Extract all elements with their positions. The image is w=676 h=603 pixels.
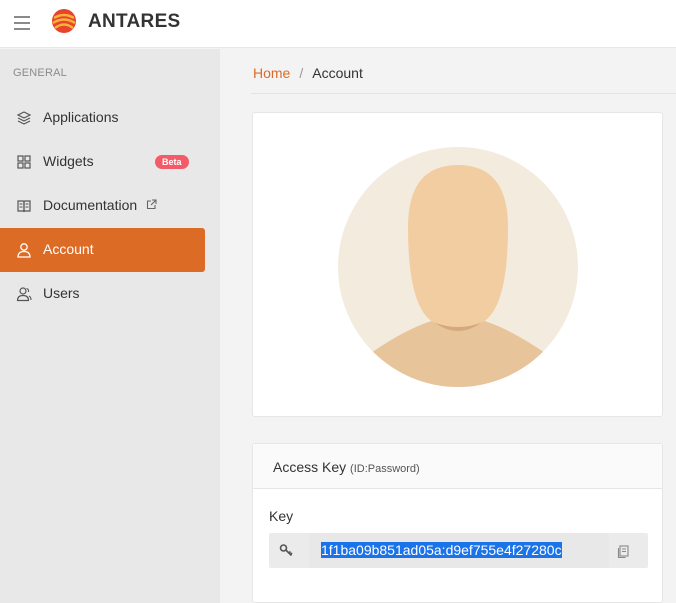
breadcrumb-current: Account xyxy=(312,65,363,81)
menu-icon[interactable] xyxy=(14,16,30,30)
divider xyxy=(251,93,676,94)
beta-badge: Beta xyxy=(155,155,189,169)
key-label: Key xyxy=(269,508,294,524)
sidebar-item-documentation[interactable]: Documentation xyxy=(0,184,205,228)
nav-section-title: GENERAL xyxy=(13,67,67,79)
external-link-icon xyxy=(146,199,157,210)
key-icon xyxy=(279,544,293,557)
avatar xyxy=(338,147,578,387)
layers-icon xyxy=(16,111,32,125)
access-key-field[interactable]: 1f1ba09b851ad05a:d9ef755e4f27280c xyxy=(309,533,609,568)
key-field-group: 1f1ba09b851ad05a:d9ef755e4f27280c xyxy=(269,533,648,568)
sidebar-item-label: Account xyxy=(43,241,94,257)
access-key-title: Access Key (ID:Password) xyxy=(273,459,420,475)
sidebar-item-label: Users xyxy=(43,285,80,301)
breadcrumb-home-link[interactable]: Home xyxy=(253,65,290,81)
users-icon xyxy=(16,287,32,302)
brand-name: ANTARES xyxy=(88,11,181,32)
top-bar: ANTARES xyxy=(0,0,676,48)
breadcrumb-separator: / xyxy=(299,65,304,81)
avatar-card xyxy=(252,112,663,417)
grid-icon xyxy=(17,155,31,169)
sidebar-item-users[interactable]: Users xyxy=(0,272,205,316)
access-key-subtitle: (ID:Password) xyxy=(350,463,420,475)
sidebar-item-label: Applications xyxy=(43,109,119,125)
sidebar-item-account[interactable]: Account xyxy=(0,228,205,272)
user-icon xyxy=(17,243,31,258)
book-icon xyxy=(17,200,31,213)
copy-icon[interactable] xyxy=(615,543,631,559)
sidebar: GENERAL Applications Widgets Beta Docume… xyxy=(0,49,220,603)
sidebar-item-applications[interactable]: Applications xyxy=(0,96,205,140)
sidebar-item-label: Widgets xyxy=(43,153,94,169)
access-key-title-text: Access Key xyxy=(273,459,347,475)
access-key-value: 1f1ba09b851ad05a:d9ef755e4f27280c xyxy=(321,542,562,558)
main-content: Home / Account Access Key (ID:Password) Ke… xyxy=(221,49,676,603)
sidebar-item-label: Documentation xyxy=(43,197,138,213)
access-key-card: Access Key (ID:Password) Key 1f1ba09b851… xyxy=(252,443,663,603)
antares-logo-icon xyxy=(52,9,76,33)
sidebar-item-widgets[interactable]: Widgets Beta xyxy=(0,140,205,184)
breadcrumb: Home / Account xyxy=(253,65,363,81)
access-key-header: Access Key (ID:Password) xyxy=(253,444,662,489)
